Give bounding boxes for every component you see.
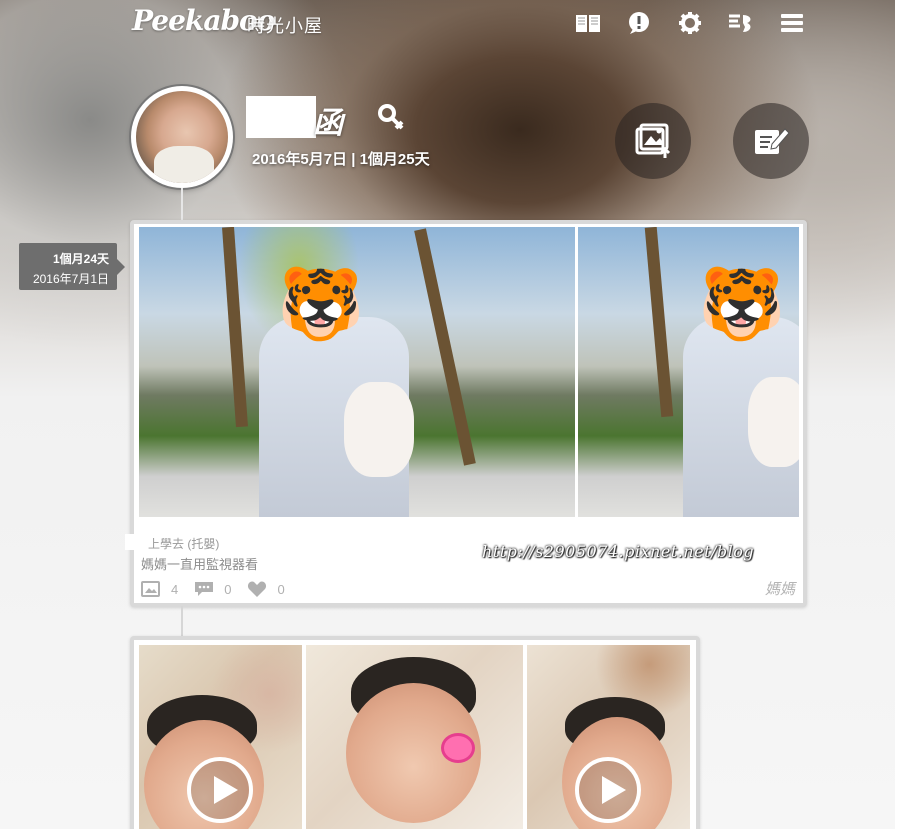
- baby-figure: [344, 382, 414, 477]
- app-subtitle: 時光小屋: [247, 16, 323, 36]
- date-label: 2016年7月1日: [32, 272, 109, 286]
- avatar-image: [136, 91, 228, 183]
- write-post-icon: [755, 128, 790, 154]
- comment-count-value: 0: [224, 581, 232, 597]
- post-stats: 4 0 0: [141, 579, 301, 599]
- write-post-button[interactable]: [733, 103, 809, 179]
- blog-watermark: http://s2905074.pixnet.net/blog: [482, 542, 755, 561]
- post-photo[interactable]: 🐯: [578, 227, 799, 517]
- upload-photo-icon: [635, 123, 671, 158]
- birth-info: 2016年5月7日 | 1個月25天: [252, 151, 430, 168]
- notification-icon[interactable]: [625, 11, 653, 35]
- baby-figure: [748, 377, 799, 467]
- timeline-connector: [181, 606, 183, 640]
- switch-profile-icon[interactable]: [727, 11, 755, 35]
- top-navigation-bar: Peekaboo 時光小屋: [0, 0, 895, 46]
- post-photo[interactable]: 🐯: [139, 227, 575, 517]
- pacifier: [441, 733, 475, 763]
- upload-photo-button[interactable]: [615, 103, 691, 179]
- tree-trunk: [222, 227, 248, 428]
- tiger-face-sticker: 🐯: [698, 265, 786, 343]
- scrollbar-area: [895, 0, 900, 829]
- post-video-thumbnail[interactable]: [527, 645, 690, 829]
- post-video-thumbnail[interactable]: [139, 645, 302, 829]
- age-label: 1個月24天: [52, 252, 109, 266]
- caption-redaction: [125, 534, 149, 550]
- photo-count[interactable]: 4: [141, 580, 178, 598]
- like-count[interactable]: 0: [247, 580, 285, 598]
- tree-trunk: [414, 228, 476, 466]
- like-count-value: 0: [277, 581, 285, 597]
- play-video-button[interactable]: [187, 757, 253, 823]
- comment-icon: [195, 582, 214, 596]
- name-redaction: [246, 96, 316, 138]
- post-caption-title: 上學去 (托嬰): [148, 537, 220, 551]
- profile-avatar[interactable]: [131, 86, 233, 188]
- comment-count[interactable]: 0: [194, 580, 231, 598]
- heart-icon: [248, 581, 267, 597]
- post-card[interactable]: [130, 636, 700, 829]
- post-author[interactable]: 媽媽: [765, 578, 795, 599]
- profile-name: 函: [313, 106, 343, 141]
- tiger-face-sticker: 🐯: [277, 265, 365, 343]
- photo-count-value: 4: [171, 581, 179, 597]
- post-caption-body: 媽媽一直用監視器看: [141, 557, 259, 572]
- photo-icon: [141, 581, 160, 597]
- search-icon[interactable]: [377, 103, 405, 131]
- menu-icon[interactable]: [778, 11, 806, 35]
- book-icon[interactable]: [574, 11, 602, 35]
- gear-icon[interactable]: [676, 11, 704, 35]
- post-photo[interactable]: [306, 645, 523, 829]
- play-video-button[interactable]: [575, 757, 641, 823]
- timeline-connector: [181, 188, 183, 224]
- timeline-date-tag: 1個月24天 2016年7月1日: [19, 243, 125, 290]
- tree-trunk: [644, 227, 674, 418]
- post-card[interactable]: 🐯 🐯 上學去 (托嬰) 媽媽一直用監視器看 http://s2905074.p…: [125, 220, 807, 607]
